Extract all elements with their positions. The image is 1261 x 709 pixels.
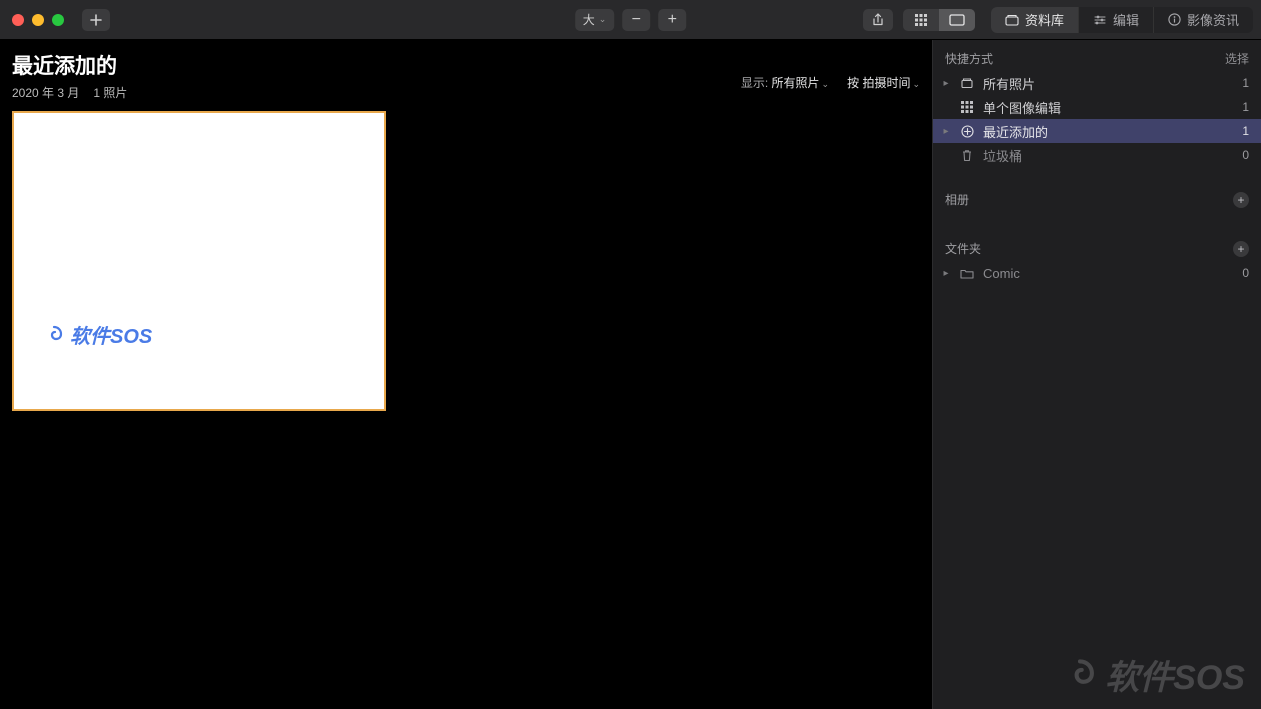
shortcuts-section-header: 快捷方式 选择: [933, 40, 1261, 71]
sidebar-folder-label: Comic: [983, 266, 1234, 281]
photo-thumbnail[interactable]: 软件SOS: [12, 111, 386, 411]
library-sidebar: 快捷方式 选择 ▸ 所有照片 1 单个图像编辑 1 ▸: [932, 40, 1261, 709]
single-view-button[interactable]: [939, 9, 975, 31]
tab-library-label: 资料库: [1025, 10, 1064, 29]
chevron-down-icon: ⌄: [912, 79, 920, 89]
titlebar-right-group: 资料库 编辑 影像资讯: [863, 7, 1253, 33]
sliders-icon: [1093, 14, 1107, 26]
add-album-button[interactable]: +: [1233, 192, 1249, 208]
zoom-controls: 大 ⌄ − +: [575, 9, 687, 31]
tab-info[interactable]: 影像资讯: [1154, 7, 1253, 33]
window-controls: [12, 14, 64, 26]
shortcuts-header-label: 快捷方式: [945, 50, 993, 67]
display-filter[interactable]: 显示: 所有照片⌄: [741, 74, 829, 91]
tab-library[interactable]: 资料库: [991, 7, 1079, 33]
sidebar-folder-item[interactable]: ▸ Comic 0: [933, 261, 1261, 285]
trash-icon: [959, 149, 975, 162]
zoom-size-dropdown[interactable]: 大 ⌄: [575, 9, 615, 31]
add-button[interactable]: [82, 9, 110, 31]
share-button[interactable]: [863, 9, 893, 31]
sidebar-item-count: 0: [1242, 148, 1249, 162]
sidebar-item-label: 垃圾桶: [983, 146, 1234, 165]
sidebar-item-label: 所有照片: [983, 74, 1234, 93]
zoom-in-button[interactable]: +: [658, 9, 686, 31]
add-folder-button[interactable]: +: [1233, 241, 1249, 257]
disclosure-triangle-icon[interactable]: ▸: [941, 126, 951, 137]
sidebar-item-label: 单个图像编辑: [983, 98, 1234, 117]
sidebar-item-count: 1: [1242, 76, 1249, 90]
albums-header-label: 相册: [945, 191, 969, 208]
photo-count-label: 1 照片: [93, 84, 127, 101]
date-label: 2020 年 3 月: [12, 84, 79, 101]
sidebar-folder-count: 0: [1242, 266, 1249, 280]
chevron-down-icon: ⌄: [822, 79, 830, 89]
stack-icon: [959, 77, 975, 89]
folders-header-label: 文件夹: [945, 240, 981, 257]
sidebar-item-all-photos[interactable]: ▸ 所有照片 1: [933, 71, 1261, 95]
display-filter-label: 显示:: [741, 76, 768, 90]
grid-icon: [959, 101, 975, 113]
swirl-icon: [44, 325, 64, 345]
inspector-tabs: 资料库 编辑 影像资讯: [991, 7, 1253, 33]
sort-prefix: 按: [847, 76, 859, 90]
minimize-window-button[interactable]: [32, 14, 44, 26]
main-content: 最近添加的 2020 年 3 月 1 照片 显示: 所有照片⌄ 按 拍摄时间⌄: [0, 40, 932, 709]
display-filter-value: 所有照片: [772, 76, 820, 90]
folders-section-header: 文件夹 +: [933, 230, 1261, 261]
tab-edit[interactable]: 编辑: [1079, 7, 1154, 33]
close-window-button[interactable]: [12, 14, 24, 26]
select-link[interactable]: 选择: [1225, 50, 1249, 67]
sort-filter[interactable]: 按 拍摄时间⌄: [847, 74, 920, 91]
sidebar-item-count: 1: [1242, 100, 1249, 114]
sidebar-item-single-image-edit[interactable]: 单个图像编辑 1: [933, 95, 1261, 119]
disclosure-triangle-icon[interactable]: ▸: [941, 268, 951, 279]
library-icon: [1005, 14, 1019, 26]
sort-value: 拍摄时间: [862, 76, 910, 90]
zoom-out-button[interactable]: −: [622, 9, 650, 31]
disclosure-triangle-icon[interactable]: ▸: [941, 78, 951, 89]
tab-info-label: 影像资讯: [1187, 10, 1239, 29]
albums-section-header: 相册 +: [933, 181, 1261, 212]
info-icon: [1168, 13, 1181, 26]
chevron-down-icon: ⌄: [599, 14, 607, 25]
sidebar-item-label: 最近添加的: [983, 122, 1234, 141]
thumbnail-watermark-text: 软件SOS: [70, 320, 152, 349]
sidebar-item-count: 1: [1242, 124, 1249, 138]
view-mode-segment: [903, 9, 975, 31]
titlebar: 大 ⌄ − + 资料库: [0, 0, 1261, 40]
tab-edit-label: 编辑: [1113, 10, 1139, 29]
grid-view-button[interactable]: [903, 9, 939, 31]
fullscreen-window-button[interactable]: [52, 14, 64, 26]
zoom-size-label: 大: [583, 11, 595, 28]
sidebar-item-trash[interactable]: 垃圾桶 0: [933, 143, 1261, 167]
sidebar-item-recently-added[interactable]: ▸ 最近添加的 1: [933, 119, 1261, 143]
thumbnail-watermark: 软件SOS: [44, 320, 152, 349]
folder-icon: [959, 268, 975, 279]
thumbnail-grid: 软件SOS: [12, 111, 920, 411]
filter-row: 显示: 所有照片⌄ 按 拍摄时间⌄: [741, 74, 920, 91]
plus-circle-icon: [959, 125, 975, 138]
